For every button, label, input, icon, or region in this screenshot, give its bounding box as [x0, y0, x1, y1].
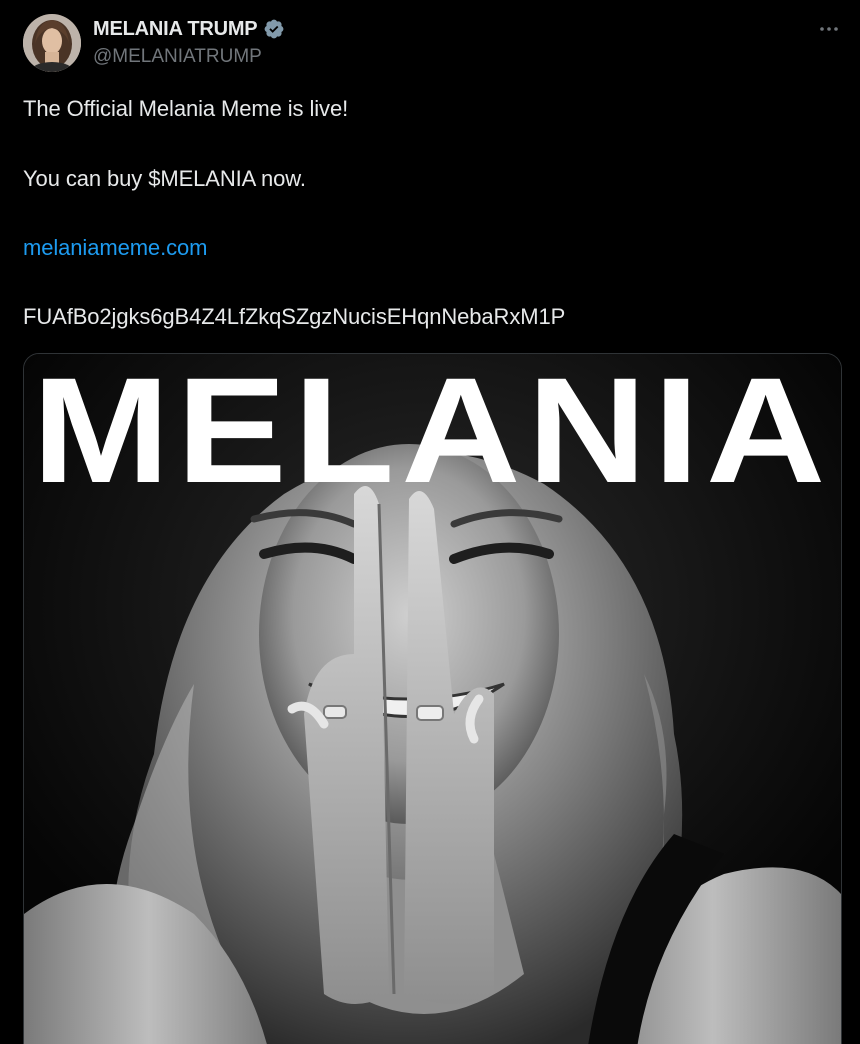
author-name-row: MELANIA TRUMP: [93, 15, 285, 43]
author-display-name[interactable]: MELANIA TRUMP: [93, 18, 258, 41]
tweet: MELANIA TRUMP @MELANIATRUMP The Official…: [0, 0, 860, 1044]
verified-badge-icon: [265, 19, 284, 39]
tweet-text-line: You can buy $MELANIA now.: [23, 166, 306, 191]
portrait-image: MELANIA: [24, 354, 841, 1044]
tweet-media-image[interactable]: MELANIA: [23, 353, 842, 1044]
tweet-link[interactable]: melaniameme.com: [23, 235, 207, 261]
avatar[interactable]: [23, 14, 81, 72]
tweet-text-line: The Official Melania Meme is live!: [23, 96, 349, 121]
tweet-text-line: FUAfBo2jgks6gB4Z4LfZkqSZgzNucisEHqnNebaR…: [23, 304, 566, 329]
media-headline: MELANIA: [32, 354, 832, 514]
author-handle[interactable]: @MELANIATRUMP: [93, 46, 262, 68]
more-options-icon[interactable]: [818, 18, 840, 40]
